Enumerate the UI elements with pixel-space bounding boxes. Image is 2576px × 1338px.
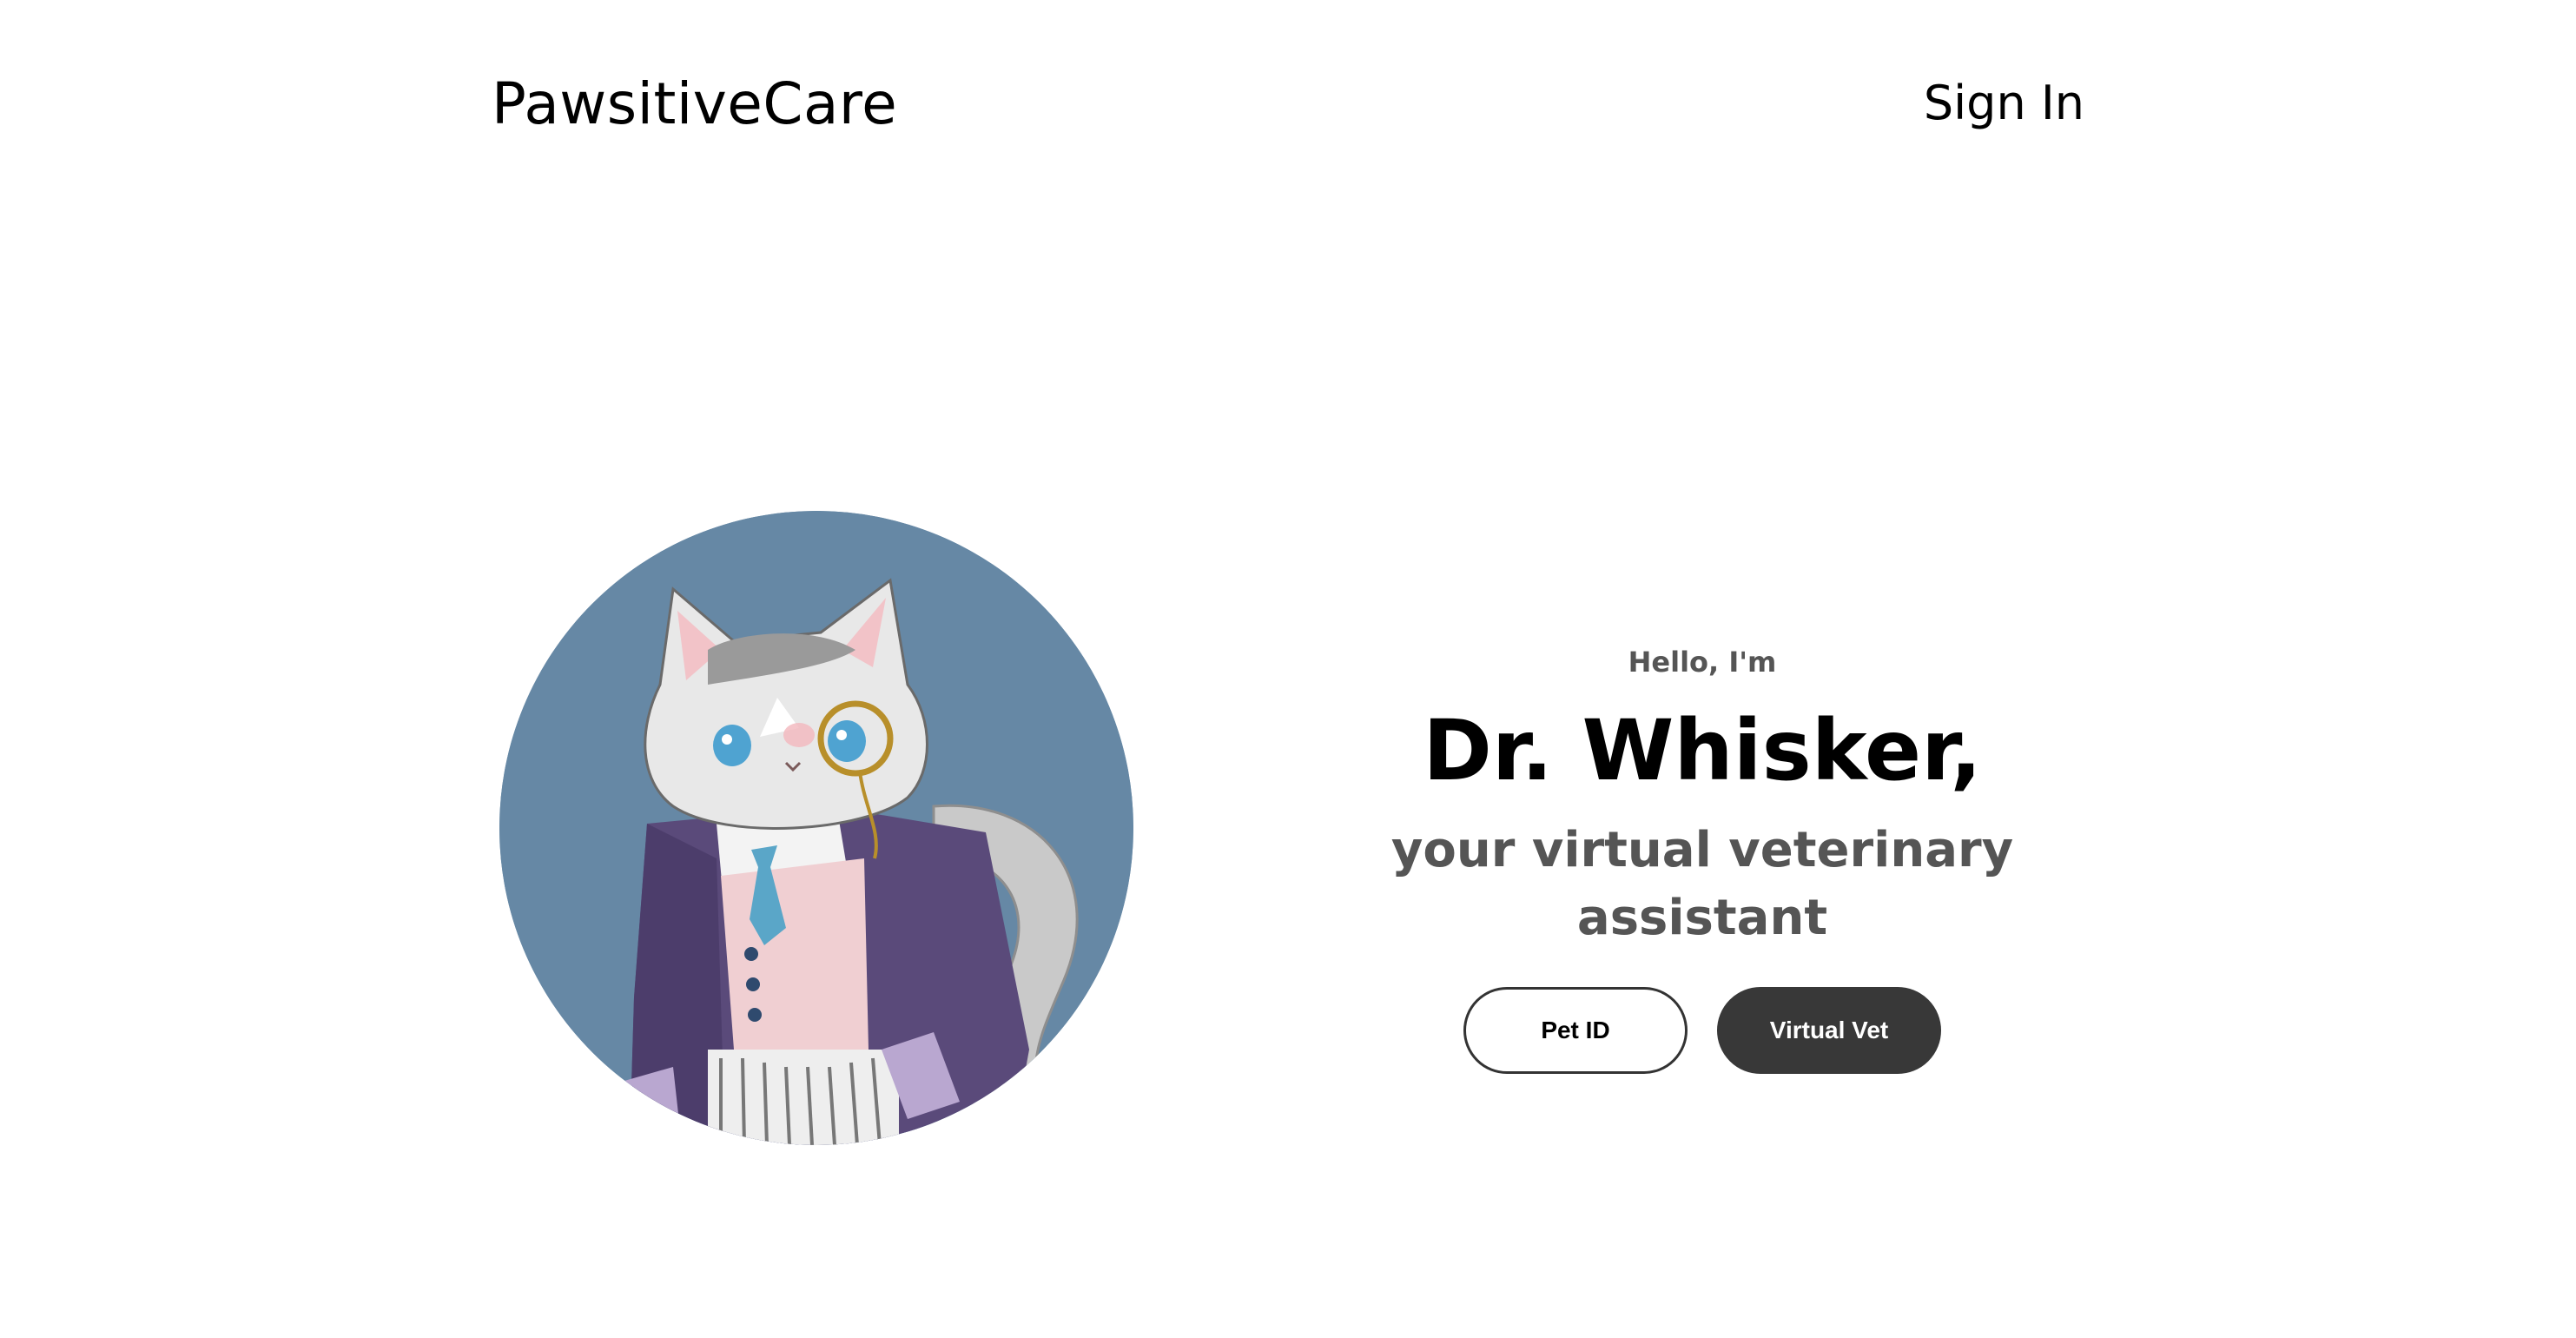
doctor-avatar <box>499 511 1133 1145</box>
greeting-text: Hello, I'm <box>1628 646 1777 679</box>
cat-doctor-illustration-icon <box>499 511 1133 1145</box>
pet-id-button[interactable]: Pet ID <box>1463 987 1688 1074</box>
assistant-tagline: your virtual veterinary assistant <box>1390 822 2014 946</box>
brand-logo[interactable]: PawsitiveCare <box>492 70 897 139</box>
virtual-vet-button[interactable]: Virtual Vet <box>1717 987 1941 1074</box>
sign-in-link[interactable]: Sign In <box>1924 73 2084 134</box>
assistant-name: Dr. Whisker, <box>1423 702 1982 799</box>
site-header: PawsitiveCare Sign In <box>0 0 2576 209</box>
hero-section: Hello, I'm Dr. Whisker, your virtual vet… <box>1268 643 2137 1074</box>
hero-buttons: Pet ID Virtual Vet <box>1268 987 2137 1074</box>
page: PawsitiveCare Sign In Hello, I'm Dr. Whi… <box>0 0 2576 1338</box>
